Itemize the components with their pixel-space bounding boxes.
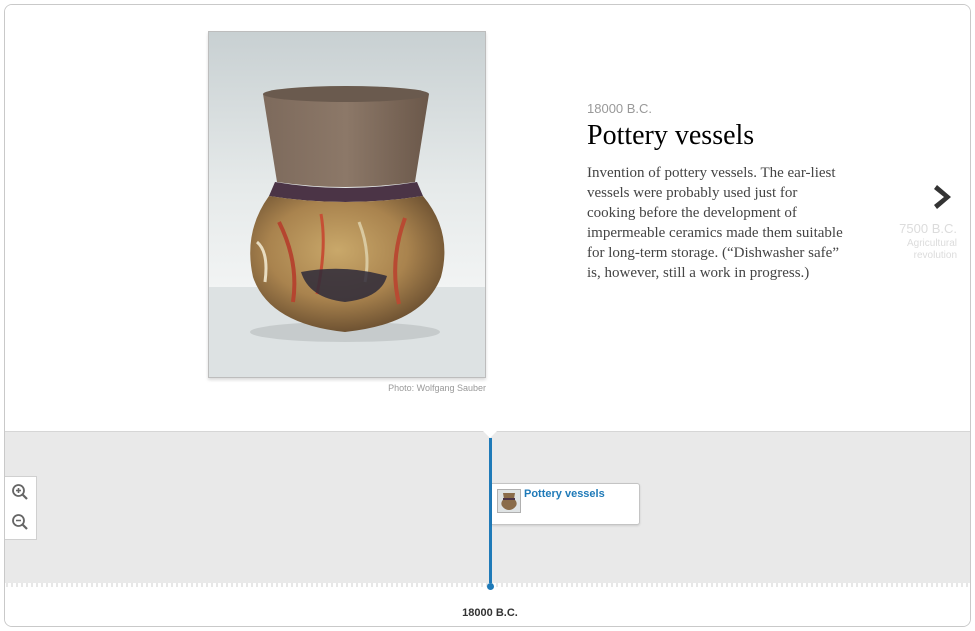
- time-axis[interactable]: 18000 B.C.: [5, 583, 970, 626]
- next-slide-date: 7500 B.C.: [899, 221, 957, 236]
- chevron-right-icon: [934, 185, 951, 209]
- zoom-out-icon[interactable]: [11, 513, 29, 531]
- axis-date-label: 18000 B.C.: [462, 607, 518, 619]
- slide-panel: Photo: Wolfgang Sauber 18000 B.C. Potter…: [5, 5, 970, 431]
- slide-text: 18000 B.C. Pottery vessels Invention of …: [587, 101, 849, 283]
- event-title: Pottery vessels: [524, 488, 605, 500]
- slide-date: 18000 B.C.: [587, 101, 653, 116]
- slide-headline: Pottery vessels: [587, 120, 755, 151]
- zoom-controls: [5, 476, 37, 540]
- event-thumbnail: [497, 489, 521, 513]
- zoom-in-icon[interactable]: [11, 483, 29, 501]
- axis-position-dot: [487, 583, 494, 590]
- timeline-navigation[interactable]: Pottery vessels: [5, 431, 970, 584]
- timeline-event-flag[interactable]: Pottery vessels: [492, 483, 640, 525]
- pottery-photo: [208, 31, 486, 378]
- current-pointer: [483, 431, 497, 438]
- next-slide-title: Agricultural revolution: [906, 238, 957, 261]
- next-slide-button[interactable]: 7500 B.C. Agricultural revolution: [885, 183, 957, 262]
- slide-body: Invention of pottery vessels. The ear-li…: [587, 165, 843, 281]
- photo-credit: Photo: Wolfgang Sauber: [388, 383, 486, 393]
- timeline-widget: Photo: Wolfgang Sauber 18000 B.C. Potter…: [4, 4, 971, 627]
